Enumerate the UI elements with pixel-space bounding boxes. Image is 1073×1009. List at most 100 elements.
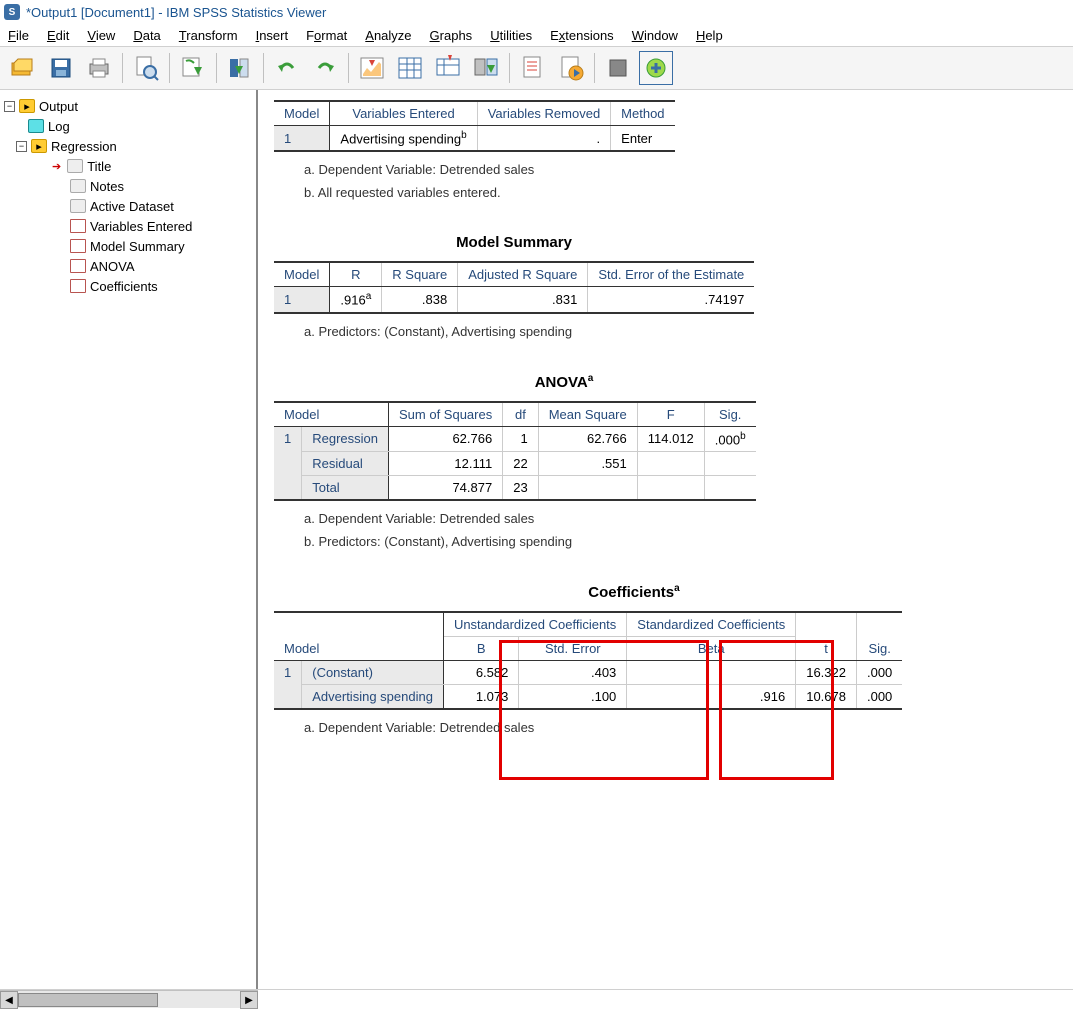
menu-graphs[interactable]: Graphs — [430, 28, 473, 43]
footnote-a: a. Dependent Variable: Detrended sales — [274, 716, 994, 739]
output-view[interactable]: Model Variables Entered Variables Remove… — [258, 90, 1073, 989]
col-se: Std. Error — [519, 636, 627, 660]
cell-method: Enter — [611, 126, 675, 152]
scrollbar-thumb[interactable] — [18, 993, 158, 1007]
goto-case-button[interactable] — [431, 51, 465, 85]
cell — [627, 660, 796, 684]
folder-icon: ▸ — [31, 139, 47, 153]
tree-variables-entered[interactable]: Variables Entered — [4, 216, 252, 236]
col-model: Model — [274, 101, 330, 126]
cell: 1 — [274, 426, 302, 500]
tree-title[interactable]: ➔ Title — [4, 156, 252, 176]
tree-log[interactable]: Log — [4, 116, 252, 136]
col-sig: Sig. — [856, 612, 902, 661]
save-button[interactable] — [44, 51, 78, 85]
variables-entered-table: Model Variables Entered Variables Remove… — [274, 100, 675, 152]
table-icon — [70, 239, 86, 253]
undo-button[interactable] — [270, 51, 304, 85]
cell: 1 — [274, 660, 302, 709]
cell-removed: . — [477, 126, 610, 152]
menu-help[interactable]: Help — [696, 28, 723, 43]
cell: .000 — [856, 684, 902, 709]
menu-extensions[interactable]: Extensions — [550, 28, 614, 43]
tree-root[interactable]: − ▸ Output — [4, 96, 252, 116]
cell — [637, 475, 704, 500]
window-title: *Output1 [Document1] - IBM SPSS Statisti… — [26, 5, 326, 20]
scroll-right-icon[interactable]: ▶ — [240, 991, 258, 1009]
cell: 23 — [503, 475, 538, 500]
menu-view[interactable]: View — [87, 28, 115, 43]
menu-window[interactable]: Window — [632, 28, 678, 43]
footnote-b: b. All requested variables entered. — [274, 181, 1073, 204]
output-icon: ▸ — [19, 99, 35, 113]
col-rsq: R Square — [382, 262, 458, 287]
variables-button[interactable] — [469, 51, 503, 85]
print-button[interactable] — [82, 51, 116, 85]
app-icon: S — [4, 4, 20, 20]
col-b: B — [443, 636, 518, 660]
menu-format[interactable]: Format — [306, 28, 347, 43]
cell: 1 — [503, 426, 538, 451]
collapse-icon[interactable]: − — [16, 141, 27, 152]
cell: .916a — [330, 287, 382, 313]
col-model: Model — [274, 612, 443, 661]
tree-regression[interactable]: − ▸ Regression — [4, 136, 252, 156]
scroll-left-icon[interactable]: ◀ — [0, 991, 18, 1009]
cell: Regression — [302, 426, 389, 451]
chart-button[interactable] — [355, 51, 389, 85]
col-sig: Sig. — [704, 402, 755, 427]
tree-notes[interactable]: Notes — [4, 176, 252, 196]
cell: .000b — [704, 426, 755, 451]
cell: .551 — [538, 451, 637, 475]
print-preview-button[interactable] — [129, 51, 163, 85]
cell: 62.766 — [389, 426, 503, 451]
menubar: File Edit View Data Transform Insert For… — [0, 24, 1073, 46]
menu-edit[interactable]: Edit — [47, 28, 69, 43]
col-ss: Sum of Squares — [389, 402, 503, 427]
menu-data[interactable]: Data — [133, 28, 160, 43]
menu-analyze[interactable]: Analyze — [365, 28, 411, 43]
menu-file[interactable]: File — [8, 28, 29, 43]
menu-insert[interactable]: Insert — [256, 28, 289, 43]
toolbar — [0, 46, 1073, 90]
open-button[interactable] — [6, 51, 40, 85]
outline-tree[interactable]: − ▸ Output Log − ▸ Regression ➔ Title No… — [0, 90, 258, 989]
cell: .831 — [458, 287, 588, 313]
designate-button[interactable] — [516, 51, 550, 85]
current-marker-icon: ➔ — [52, 160, 61, 173]
col-model: Model — [274, 402, 389, 427]
tree-log-label: Log — [48, 119, 70, 134]
pivot-button[interactable] — [393, 51, 427, 85]
tree-model-summary[interactable]: Model Summary — [4, 236, 252, 256]
goto-data-button[interactable] — [223, 51, 257, 85]
add-button[interactable] — [639, 51, 673, 85]
tree-coefficients[interactable]: Coefficients — [4, 276, 252, 296]
tree-coef-label: Coefficients — [90, 279, 158, 294]
menu-transform[interactable]: Transform — [179, 28, 238, 43]
tree-active-dataset[interactable]: Active Dataset — [4, 196, 252, 216]
col-ms: Mean Square — [538, 402, 637, 427]
tree-anova-label: ANOVA — [90, 259, 135, 274]
tree-msum-label: Model Summary — [90, 239, 185, 254]
tree-hscrollbar[interactable]: ◀ ▶ — [0, 990, 258, 1008]
export-button[interactable] — [176, 51, 210, 85]
col-std: Standardized Coefficients — [627, 612, 796, 637]
cell: 1.073 — [443, 684, 518, 709]
cell: Advertising spending — [302, 684, 444, 709]
tree-anova[interactable]: ANOVA — [4, 256, 252, 276]
cell: Residual — [302, 451, 389, 475]
table-icon — [70, 279, 86, 293]
collapse-icon[interactable]: − — [4, 101, 15, 112]
coefficients-title: Coefficientsa — [274, 583, 994, 601]
titlebar: S *Output1 [Document1] - IBM SPSS Statis… — [0, 0, 1073, 24]
stop-button[interactable] — [601, 51, 635, 85]
col-r: R — [330, 262, 382, 287]
tree-notes-label: Notes — [90, 179, 124, 194]
run-button[interactable] — [554, 51, 588, 85]
notes-icon — [70, 179, 86, 193]
cell: 6.582 — [443, 660, 518, 684]
menu-utilities[interactable]: Utilities — [490, 28, 532, 43]
cell: .403 — [519, 660, 627, 684]
tree-root-label: Output — [39, 99, 78, 114]
redo-button[interactable] — [308, 51, 342, 85]
